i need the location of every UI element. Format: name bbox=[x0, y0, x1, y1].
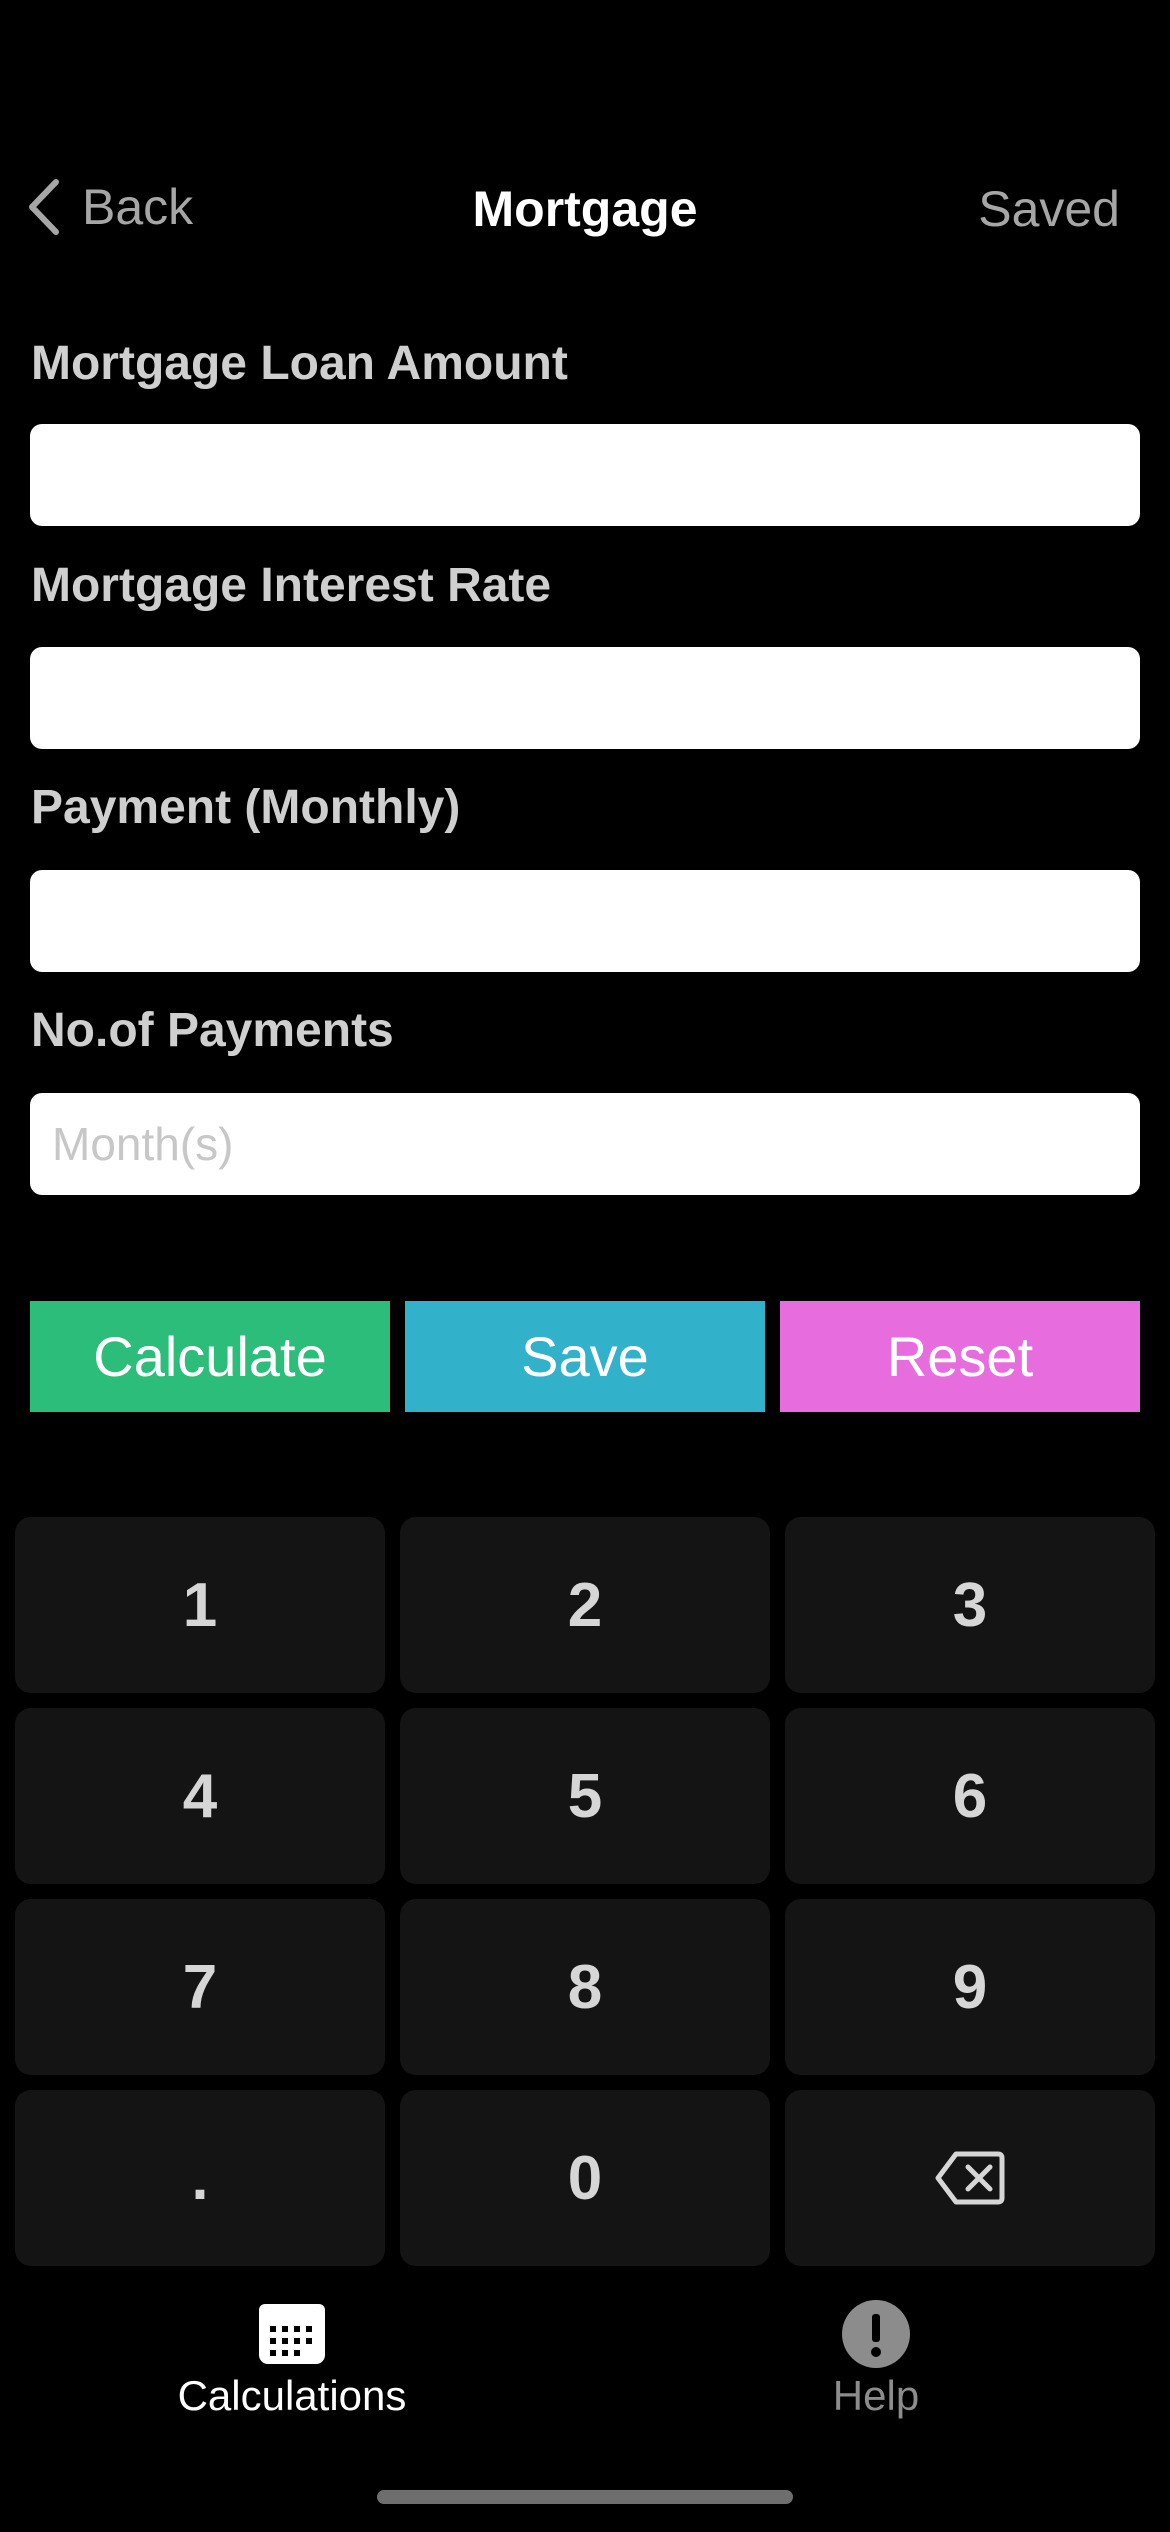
calculate-button[interactable]: Calculate bbox=[30, 1301, 390, 1412]
payment-monthly-input[interactable] bbox=[30, 870, 1140, 972]
tab-help-label: Help bbox=[832, 2372, 920, 2419]
num-payments-label: No.of Payments bbox=[31, 1004, 394, 1057]
payment-monthly-label: Payment (Monthly) bbox=[31, 781, 461, 834]
key-6[interactable]: 6 bbox=[785, 1708, 1155, 1884]
loan-amount-input[interactable] bbox=[30, 424, 1140, 526]
key-5[interactable]: 5 bbox=[400, 1708, 770, 1884]
tab-calculations-label: Calculations bbox=[177, 2372, 407, 2419]
interest-rate-input[interactable] bbox=[30, 647, 1140, 749]
back-button[interactable]: Back bbox=[26, 178, 193, 236]
backspace-icon bbox=[935, 2151, 1005, 2205]
key-0[interactable]: 0 bbox=[400, 2090, 770, 2266]
interest-rate-label: Mortgage Interest Rate bbox=[31, 559, 552, 612]
chevron-left-icon bbox=[29, 179, 59, 235]
key-backspace[interactable] bbox=[785, 2090, 1155, 2266]
exclamation-icon bbox=[841, 2300, 911, 2368]
keypad-icon bbox=[257, 2300, 327, 2368]
tab-calculations[interactable]: Calculations bbox=[172, 2300, 412, 2420]
num-payments-input[interactable] bbox=[30, 1093, 1140, 1195]
key-decimal[interactable]: . bbox=[15, 2090, 385, 2266]
home-indicator bbox=[377, 2490, 793, 2504]
key-8[interactable]: 8 bbox=[400, 1899, 770, 2075]
numeric-keypad: 1 2 3 4 5 6 7 8 9 . 0 bbox=[15, 1517, 1155, 2266]
saved-button[interactable]: Saved bbox=[978, 180, 1120, 238]
key-7[interactable]: 7 bbox=[15, 1899, 385, 2075]
key-3[interactable]: 3 bbox=[785, 1517, 1155, 1693]
save-button[interactable]: Save bbox=[405, 1301, 765, 1412]
back-label: Back bbox=[82, 179, 194, 235]
tab-bar: Calculations Help bbox=[0, 2300, 1170, 2450]
nav-bar: Back Mortgage Saved bbox=[0, 160, 1170, 255]
key-9[interactable]: 9 bbox=[785, 1899, 1155, 2075]
loan-amount-label: Mortgage Loan Amount bbox=[31, 337, 568, 390]
reset-button[interactable]: Reset bbox=[780, 1301, 1140, 1412]
key-1[interactable]: 1 bbox=[15, 1517, 385, 1693]
key-2[interactable]: 2 bbox=[400, 1517, 770, 1693]
key-4[interactable]: 4 bbox=[15, 1708, 385, 1884]
tab-help[interactable]: Help bbox=[796, 2300, 956, 2420]
